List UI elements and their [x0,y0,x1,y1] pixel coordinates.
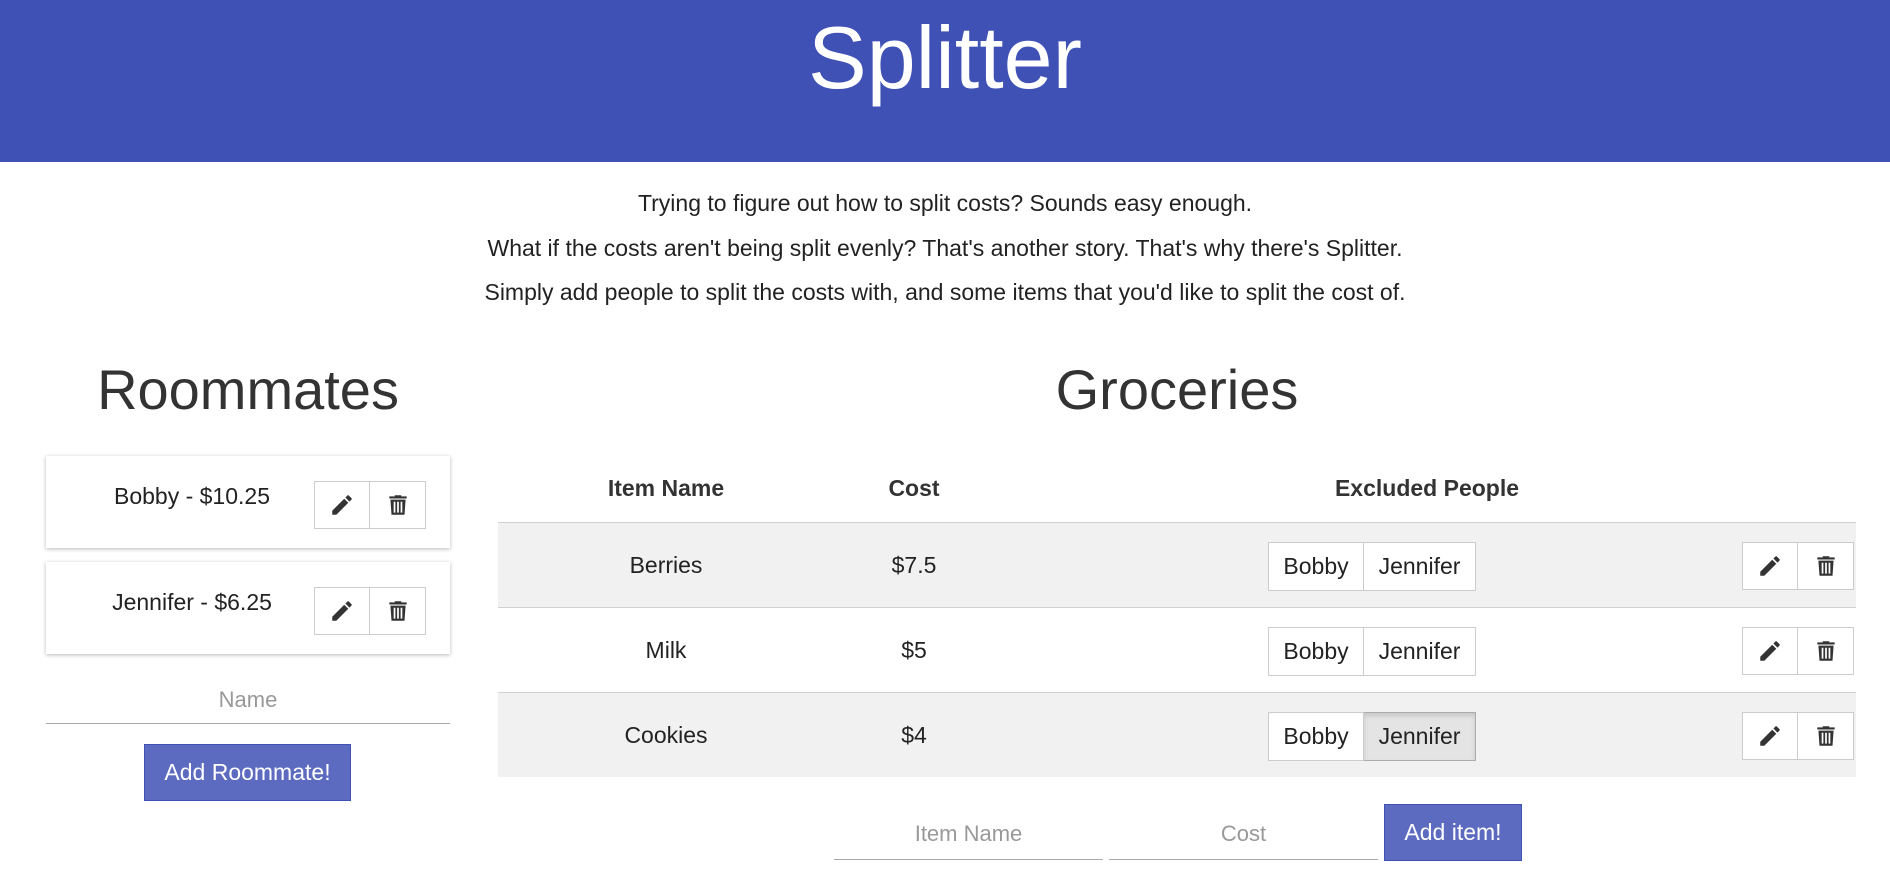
delete-roommate-button[interactable] [370,587,426,635]
delete-item-button[interactable] [1798,712,1854,760]
roommates-title: Roommates [97,358,399,421]
trash-icon [1816,726,1835,746]
excluded-people-toggles: Bobby Jennifer [1268,542,1476,591]
excluded-people-toggles: Bobby Jennifer [1268,712,1476,761]
excluded-people-toggles: Bobby Jennifer [1268,627,1476,676]
toggle-jennifer[interactable]: Jennifer [1364,542,1476,591]
intro-line: Simply add people to split the costs wit… [484,279,1406,305]
toggle-bobby[interactable]: Bobby [1268,542,1364,591]
intro-line: Trying to figure out how to split costs?… [637,190,1253,216]
edit-item-button[interactable] [1742,627,1798,675]
item-name-input[interactable] [834,808,1103,860]
item-actions [1742,627,1854,675]
app-title: Splitter [808,8,1082,107]
item-name-cell: Berries [629,552,703,578]
column-header-item-name: Item Name [607,475,725,501]
edit-item-button[interactable] [1742,712,1798,760]
roommate-actions [314,481,426,529]
table-row: Milk $5 Bobby Jennifer [498,607,1856,692]
toggle-bobby[interactable]: Bobby [1268,627,1364,676]
edit-roommate-button[interactable] [314,587,370,635]
toggle-jennifer[interactable]: Jennifer [1364,712,1476,761]
add-roommate-button[interactable]: Add Roommate! [144,744,351,801]
item-cost-input[interactable] [1109,808,1378,860]
table-row: Berries $7.5 Bobby Jennifer [498,522,1856,607]
item-cost-cell: $4 [901,722,927,748]
trash-icon [388,601,407,621]
pencil-icon [1760,726,1780,746]
item-cost-cell: $7.5 [891,552,937,578]
pencil-icon [332,601,352,621]
toggle-bobby[interactable]: Bobby [1268,712,1364,761]
delete-item-button[interactable] [1798,542,1854,590]
pencil-icon [1760,556,1780,576]
roommate-label: Jennifer - $6.25 [112,589,272,615]
roommate-label: Bobby - $10.25 [113,483,270,509]
column-header-cost: Cost [888,475,940,501]
item-cost-cell: $5 [901,637,927,663]
column-header-excluded-people: Excluded People [1334,475,1520,501]
pencil-icon [1760,641,1780,661]
app-header: Splitter [0,0,1890,162]
item-name-cell: Cookies [624,722,708,748]
item-actions [1742,712,1854,760]
roommate-card: Jennifer - $6.25 [46,562,450,654]
edit-item-button[interactable] [1742,542,1798,590]
roommate-actions [314,587,426,635]
add-item-button[interactable]: Add item! [1384,804,1522,861]
trash-icon [388,495,407,515]
edit-roommate-button[interactable] [314,481,370,529]
intro-line: What if the costs aren't being split eve… [487,235,1403,261]
trash-icon [1816,556,1835,576]
pencil-icon [332,495,352,515]
groceries-title: Groceries [1055,358,1299,421]
table-row: Cookies $4 Bobby Jennifer [498,692,1856,777]
delete-item-button[interactable] [1798,627,1854,675]
item-actions [1742,542,1854,590]
toggle-jennifer[interactable]: Jennifer [1364,627,1476,676]
roommate-name-input[interactable] [46,676,450,724]
trash-icon [1816,641,1835,661]
item-name-cell: Milk [645,637,687,663]
delete-roommate-button[interactable] [370,481,426,529]
roommate-card: Bobby - $10.25 [46,456,450,548]
